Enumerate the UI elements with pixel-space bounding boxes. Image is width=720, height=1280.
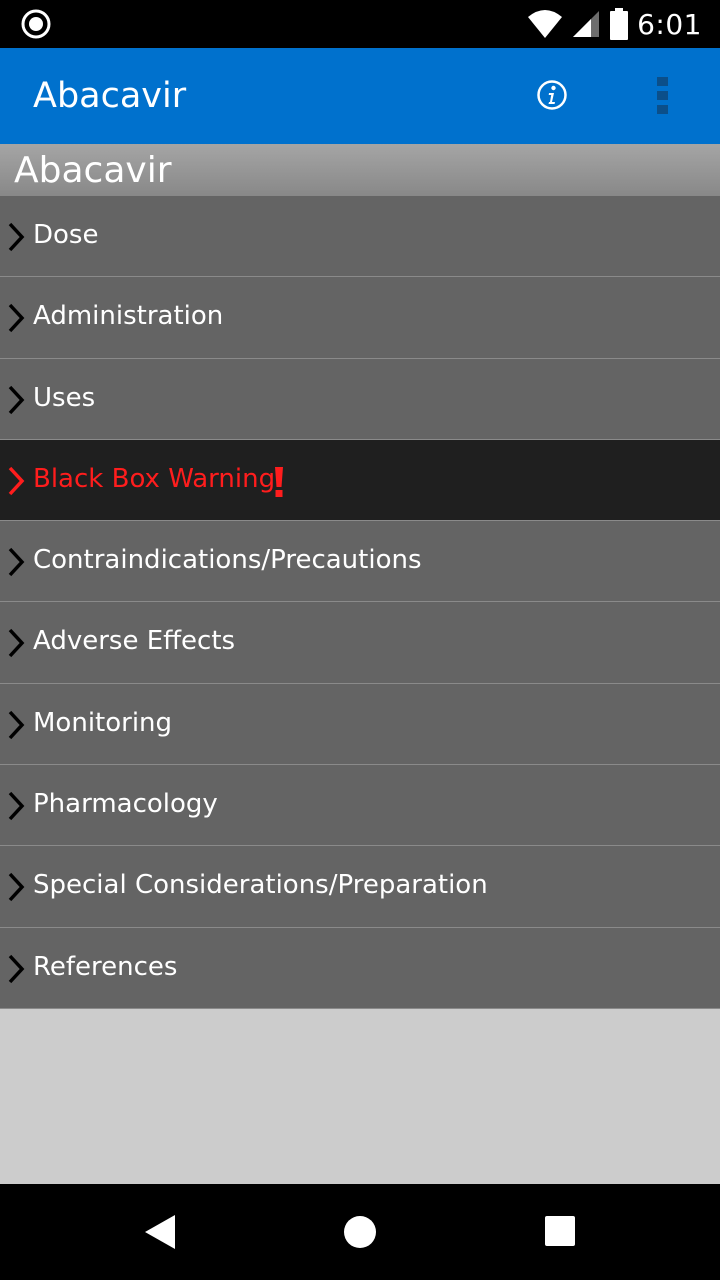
status-bar: 6:01 (0, 0, 720, 48)
menu-item-label: Black Box Warning (33, 463, 276, 494)
chevron-right-icon (8, 222, 25, 252)
recording-circle-icon (21, 9, 51, 39)
menu-item-label: Administration (33, 301, 224, 332)
chevron-right-icon (8, 548, 25, 577)
status-time: 6:01 (637, 7, 702, 41)
chevron-right-icon (8, 873, 25, 902)
menu-item-dose[interactable]: Dose (0, 196, 720, 278)
section-header: Abacavir (0, 144, 720, 196)
menu-item-black-box-warning[interactable]: Black Box Warning (0, 439, 720, 522)
chevron-right-icon (8, 466, 25, 496)
chevron-right-icon (8, 710, 25, 739)
menu-item-label: Dose (33, 220, 99, 250)
battery-icon (610, 8, 629, 40)
menu-item-label: Contraindications/Precautions (33, 545, 422, 576)
menu-item-label: Uses (33, 382, 96, 413)
back-icon[interactable] (143, 1214, 177, 1250)
wifi-icon (528, 10, 563, 38)
chevron-right-icon (8, 791, 25, 821)
menu-item-contraindications-precautions[interactable]: Contraindications/Precautions (0, 521, 720, 603)
menu-item-uses[interactable]: Uses (0, 358, 720, 440)
menu-item-pharmacology[interactable]: Pharmacology (0, 765, 720, 847)
cell-signal-icon (573, 11, 600, 37)
menu-item-adverse-effects[interactable]: Adverse Effects (0, 602, 720, 684)
chevron-right-icon (8, 629, 25, 658)
menu-item-monitoring[interactable]: Monitoring (0, 683, 720, 766)
menu-item-special-considerations-preparation[interactable]: Special Considerations/Preparation (0, 846, 720, 928)
menu-item-label: Adverse Effects (33, 626, 236, 657)
status-icons: 6:01 (527, 6, 702, 42)
overflow-menu-icon[interactable] (655, 76, 671, 116)
home-icon[interactable] (343, 1215, 377, 1249)
app-bar: Abacavir (0, 48, 720, 144)
navigation-bar (0, 1184, 720, 1280)
menu-item-label: References (33, 951, 178, 982)
chevron-right-icon (8, 385, 25, 414)
menu-item-label: Special Considerations/Preparation (33, 870, 488, 901)
topic-menu: Dose Administration Uses Black Box Warni… (0, 196, 720, 1009)
exclamation-icon (275, 466, 283, 497)
chevron-right-icon (8, 304, 25, 333)
recent-apps-icon[interactable] (544, 1215, 576, 1247)
menu-item-label: Monitoring (33, 707, 173, 738)
menu-item-references[interactable]: References (0, 927, 720, 1009)
section-title: Abacavir (14, 150, 172, 191)
menu-item-label: Pharmacology (33, 789, 218, 820)
info-icon[interactable] (536, 79, 568, 111)
menu-item-administration[interactable]: Administration (0, 277, 720, 359)
app-bar-title: Abacavir (33, 76, 187, 116)
chevron-right-icon (8, 954, 25, 983)
